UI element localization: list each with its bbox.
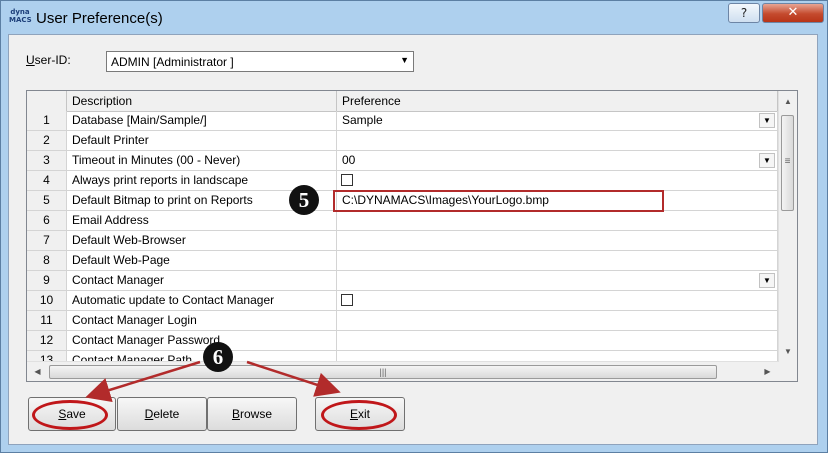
- row-number: 2: [27, 131, 67, 151]
- row-description: Contact Manager: [67, 271, 337, 291]
- header-preference[interactable]: Preference: [337, 91, 778, 111]
- delete-button[interactable]: Delete: [117, 397, 207, 431]
- row-preference-cell[interactable]: [337, 291, 778, 311]
- horizontal-scrollbar[interactable]: ◀ ||| ▶: [27, 361, 779, 381]
- row-description: Email Address: [67, 211, 337, 231]
- exit-label: xit: [358, 407, 370, 421]
- row-description: Database [Main/Sample/]: [67, 111, 337, 131]
- dropdown-arrow-icon: ▼: [400, 55, 409, 65]
- table-row[interactable]: 7 Default Web-Browser: [27, 231, 779, 251]
- row-description: Default Web-Browser: [67, 231, 337, 251]
- row-number: 9: [27, 271, 67, 291]
- row-preference-cell[interactable]: [337, 171, 778, 191]
- logo-line-1: dyna: [10, 8, 30, 16]
- row-preference-cell[interactable]: [337, 351, 778, 361]
- table-row[interactable]: 2 Default Printer: [27, 131, 779, 151]
- table-row[interactable]: 12 Contact Manager Password: [27, 331, 779, 351]
- window-title: User Preference(s): [36, 10, 163, 27]
- row-number: 4: [27, 171, 67, 191]
- row-preference-cell[interactable]: [337, 251, 778, 271]
- user-id-accelerator: U: [26, 53, 35, 67]
- row-preference-cell[interactable]: [337, 131, 778, 151]
- row-description: Contact Manager Login: [67, 311, 337, 331]
- preference-checkbox[interactable]: [341, 294, 353, 306]
- exit-button[interactable]: Exit: [315, 397, 405, 431]
- user-id-value: ADMIN [Administrator ]: [111, 55, 234, 69]
- user-id-label: User-ID:: [26, 53, 71, 67]
- row-preference-cell[interactable]: [337, 211, 778, 231]
- table-row[interactable]: 3 Timeout in Minutes (00 - Never) 00 ▼: [27, 151, 779, 171]
- table-row[interactable]: 8 Default Web-Page: [27, 251, 779, 271]
- row-preference-cell[interactable]: [337, 331, 778, 351]
- row-description: Contact Manager Path: [67, 351, 337, 361]
- close-icon: ✕: [787, 5, 799, 20]
- grid-rows: 1 Database [Main/Sample/] Sample ▼ 2 Default …: [27, 111, 779, 361]
- vertical-scroll-thumb[interactable]: ≡: [781, 115, 794, 211]
- row-description: Default Web-Page: [67, 251, 337, 271]
- preference-checkbox[interactable]: [341, 174, 353, 186]
- horizontal-scroll-thumb[interactable]: |||: [49, 365, 717, 379]
- delete-accelerator: D: [144, 407, 154, 421]
- row-number: 8: [27, 251, 67, 271]
- table-row[interactable]: 11 Contact Manager Login: [27, 311, 779, 331]
- preference-value: Sample: [342, 113, 383, 127]
- row-description: Default Printer: [67, 131, 337, 151]
- row-preference-cell[interactable]: [337, 311, 778, 331]
- row-preference-cell[interactable]: Sample ▼: [337, 111, 778, 131]
- step-marker-5: 5: [289, 185, 319, 215]
- browse-label: rowse: [240, 407, 273, 421]
- row-number: 5: [27, 191, 67, 211]
- save-label: ave: [66, 407, 86, 421]
- row-preference-cell[interactable]: 00 ▼: [337, 151, 778, 171]
- combo-dropdown-icon[interactable]: ▼: [759, 273, 775, 288]
- header-description[interactable]: Description: [67, 91, 337, 111]
- step-marker-6: 6: [203, 342, 233, 372]
- browse-button[interactable]: Browse: [207, 397, 297, 431]
- table-row[interactable]: 1 Database [Main/Sample/] Sample ▼: [27, 111, 779, 131]
- preference-value: 00: [342, 153, 356, 167]
- combo-dropdown-icon[interactable]: ▼: [759, 113, 775, 128]
- table-row[interactable]: 13 Contact Manager Path: [27, 351, 779, 361]
- table-row[interactable]: 4 Always print reports in landscape: [27, 171, 779, 191]
- row-number: 10: [27, 291, 67, 311]
- row-number: 3: [27, 151, 67, 171]
- user-id-label-text: ser-ID:: [34, 53, 71, 67]
- row-number: 13: [27, 351, 67, 361]
- save-button[interactable]: Save: [28, 397, 116, 431]
- table-row[interactable]: 10 Automatic update to Contact Manager: [27, 291, 779, 311]
- browse-accelerator: B: [231, 407, 240, 421]
- scroll-right-icon[interactable]: ▶: [759, 362, 776, 381]
- row-number: 7: [27, 231, 67, 251]
- logo-line-2: MACS: [9, 16, 32, 24]
- annotation-highlight-box: [333, 190, 664, 212]
- scroll-down-icon[interactable]: ▼: [779, 343, 797, 360]
- row-number: 1: [27, 111, 67, 131]
- help-button[interactable]: ?: [728, 3, 760, 23]
- row-number: 6: [27, 211, 67, 231]
- header-row-number: [27, 91, 67, 111]
- delete-label: elete: [153, 407, 180, 421]
- exit-accelerator: E: [349, 407, 358, 421]
- row-preference-cell[interactable]: ▼: [337, 271, 778, 291]
- preferences-grid: Description Preference 1 Database [Main/S…: [26, 90, 798, 382]
- row-preference-cell[interactable]: [337, 231, 778, 251]
- row-number: 12: [27, 331, 67, 351]
- app-logo: dyna MACS: [9, 8, 32, 26]
- table-row[interactable]: 9 Contact Manager ▼: [27, 271, 779, 291]
- close-button[interactable]: ✕: [762, 3, 824, 23]
- row-number: 11: [27, 311, 67, 331]
- grid-header: Description Preference: [27, 91, 779, 112]
- scroll-left-icon[interactable]: ◀: [29, 362, 46, 381]
- row-description: Automatic update to Contact Manager: [67, 291, 337, 311]
- user-id-select[interactable]: ADMIN [Administrator ] ▼: [106, 51, 414, 72]
- scroll-up-icon[interactable]: ▲: [779, 93, 797, 110]
- scrollbar-corner: [779, 361, 797, 381]
- combo-dropdown-icon[interactable]: ▼: [759, 153, 775, 168]
- vertical-scrollbar[interactable]: ▲ ≡ ▼: [778, 91, 797, 361]
- row-description: Timeout in Minutes (00 - Never): [67, 151, 337, 171]
- table-row[interactable]: 6 Email Address: [27, 211, 779, 231]
- row-description: Contact Manager Password: [67, 331, 337, 351]
- title-bar[interactable]: dyna MACS User Preference(s) ? ✕: [1, 1, 827, 35]
